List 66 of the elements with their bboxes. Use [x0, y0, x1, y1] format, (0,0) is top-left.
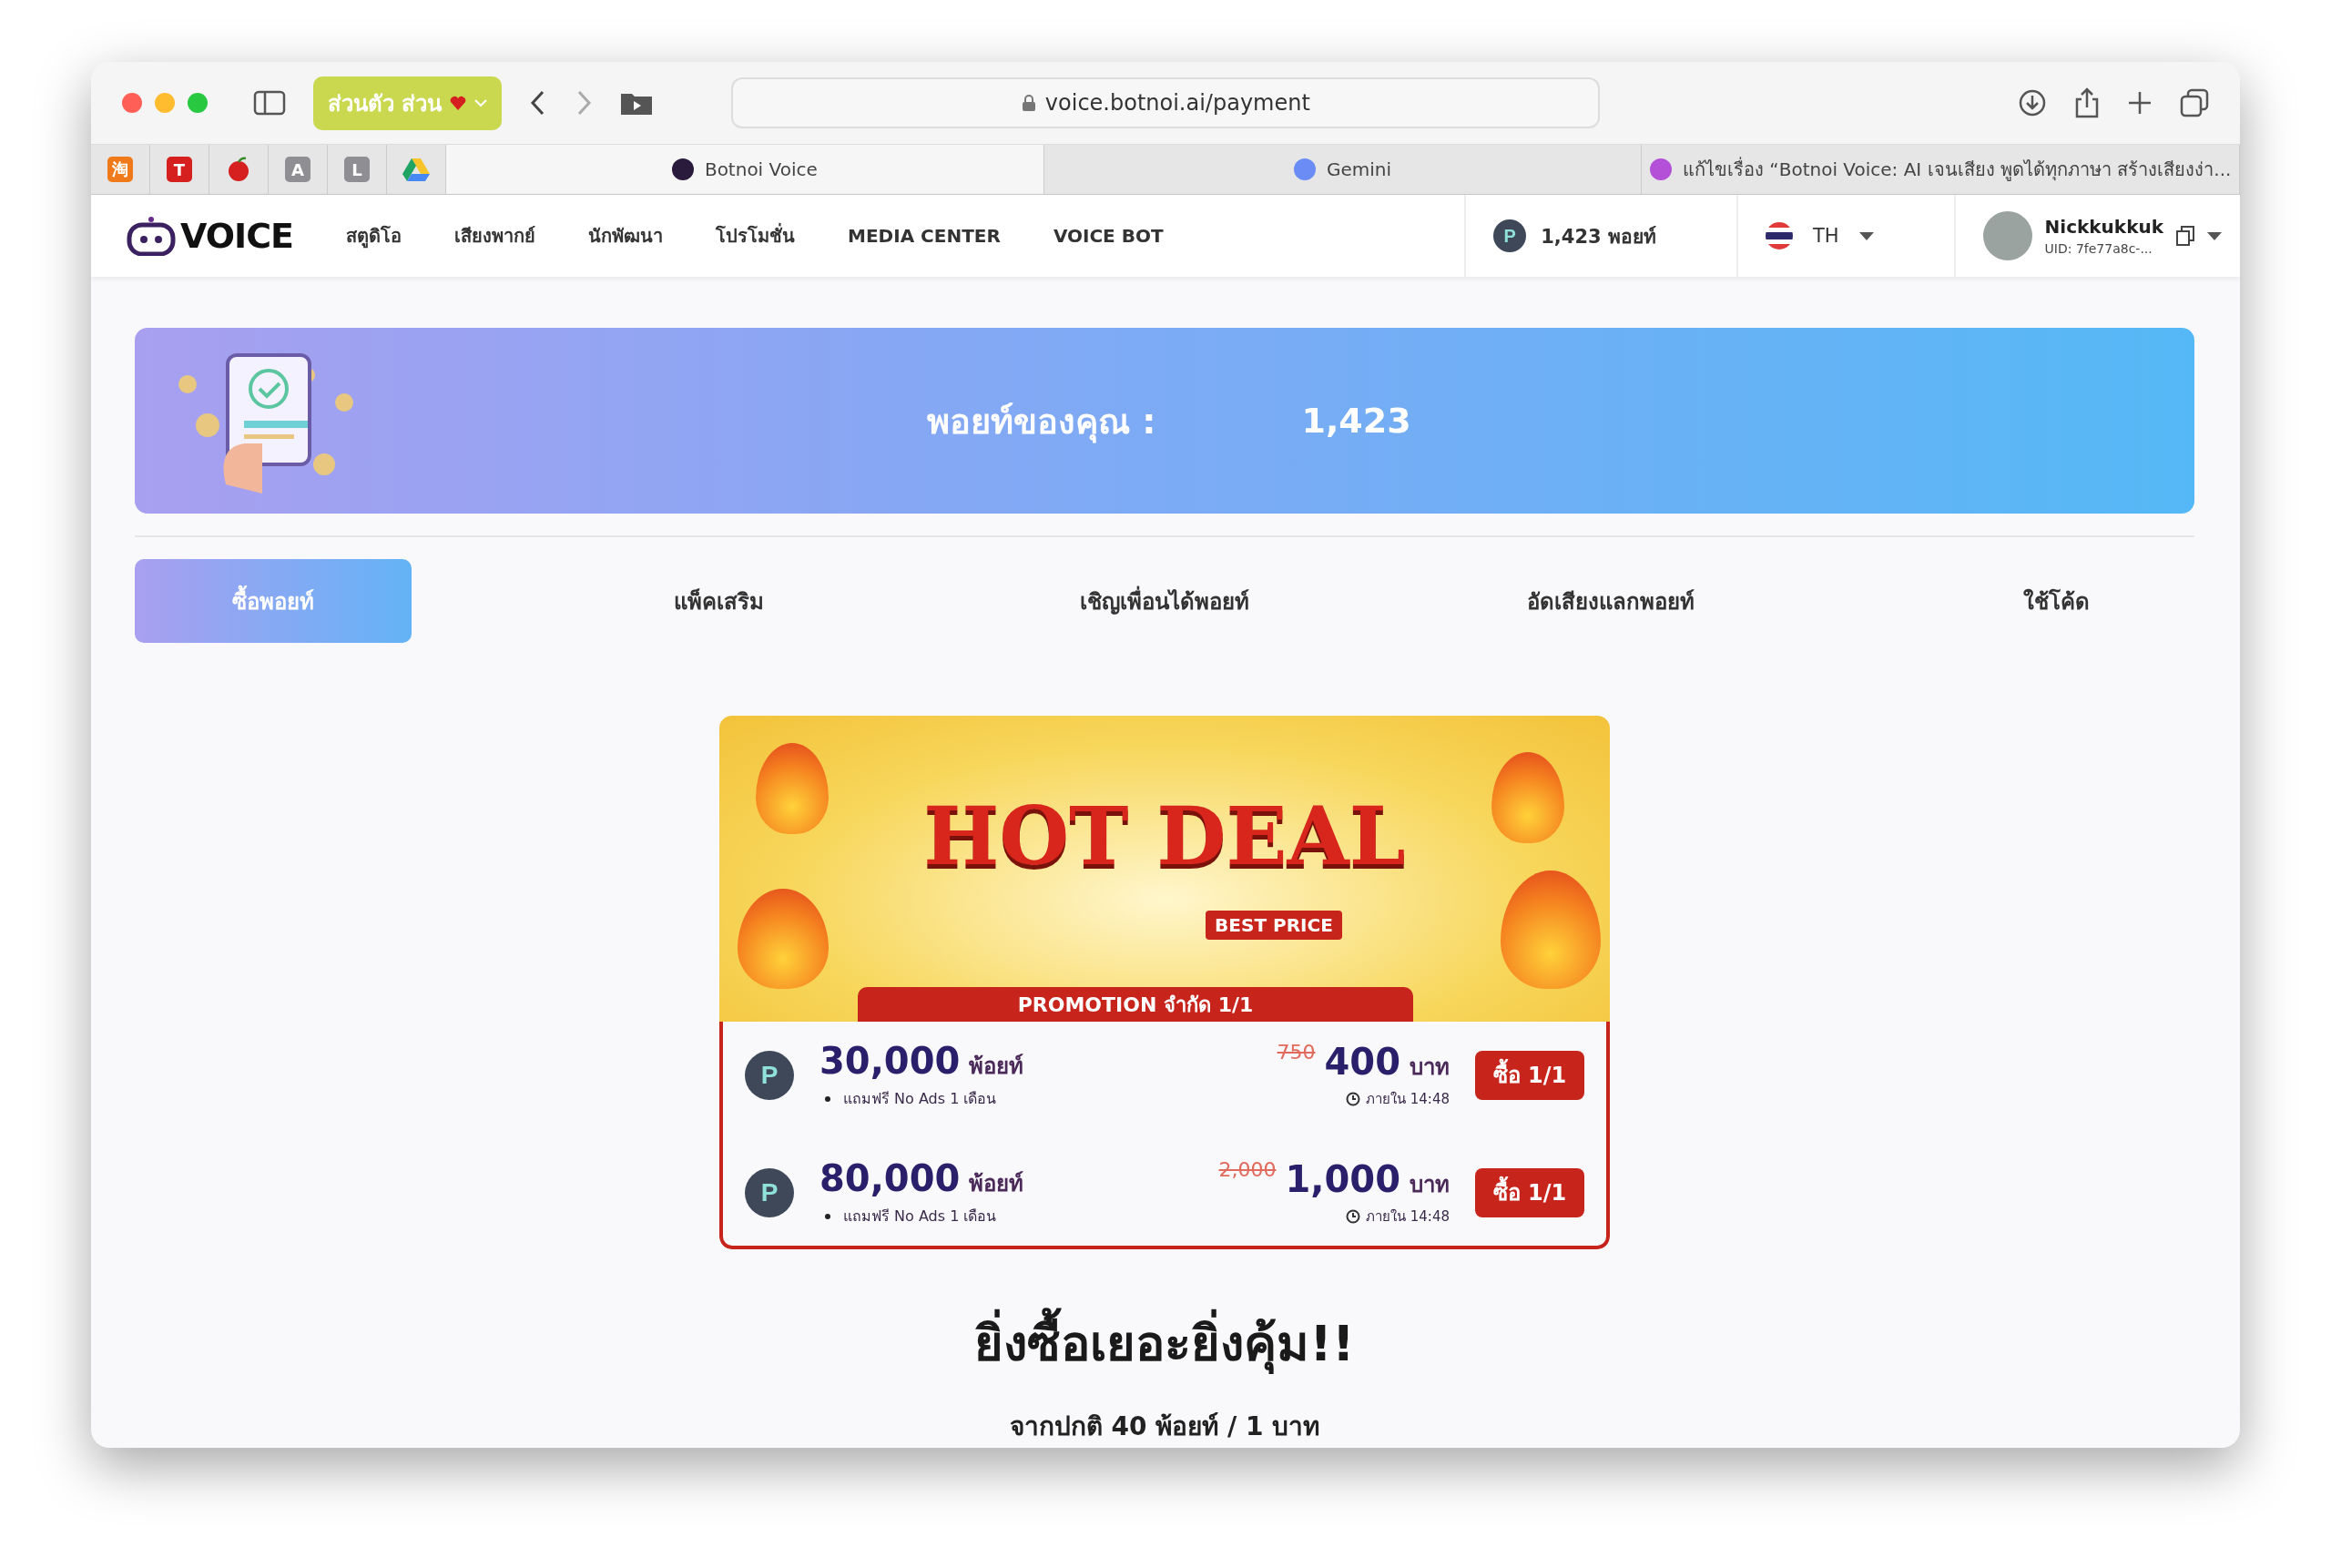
caret-icon[interactable] [2207, 231, 2222, 240]
plus-icon[interactable] [2127, 90, 2153, 116]
points-amount: 80,000 [819, 1157, 961, 1199]
old-price: 2,000 [1218, 1157, 1277, 1181]
best-price-badge: BEST PRICE [1206, 911, 1342, 940]
nav-link[interactable]: MEDIA CENTER [848, 225, 1001, 247]
points-label: พอยท์ของคุณ : [927, 400, 1156, 445]
points-unit: พ้อยท์ [969, 1170, 1024, 1198]
bonus-text: แถมฟรี No Ads 1 เดือน [843, 1089, 997, 1109]
share-icon[interactable] [2074, 87, 2100, 118]
buy-button[interactable]: ซื้อ 1/1 [1475, 1167, 1584, 1217]
points-unit: พ้อยท์ [969, 1053, 1024, 1081]
points-amount: 30,000 [819, 1040, 961, 1082]
section-subheading: จากปกติ 40 พ้อยท์ / 1 บาท [1009, 1410, 1320, 1443]
tab-favicon-icon [671, 158, 694, 180]
language-selector[interactable]: TH [1807, 224, 1845, 248]
price: 400 [1324, 1040, 1400, 1083]
points-coin-icon: P [745, 1167, 794, 1217]
tab[interactable]: ใช้โค้ด [1918, 559, 2194, 643]
nav-link[interactable]: สตูดิโอ [346, 221, 402, 250]
chevron-icon [474, 98, 488, 107]
tabs-overview-icon[interactable] [2180, 88, 2209, 117]
tab[interactable]: เชิญเพื่อนได้พอยท์ [1026, 559, 1303, 643]
avatar [1982, 211, 2032, 260]
points-coin-icon: P [1493, 219, 1527, 252]
hot-deal-title: HOT DEAL [923, 789, 1406, 883]
apple-icon[interactable] [226, 157, 251, 182]
countdown-timer: ภายใน 14:48 [1366, 1207, 1450, 1227]
nav-link[interactable]: เสียงพากย์ [454, 221, 536, 250]
heart-icon [449, 94, 468, 112]
voice-logo[interactable]: VOICE [124, 216, 294, 256]
caret-icon[interactable] [1858, 231, 1874, 240]
countdown-timer: ภายใน 14:48 [1366, 1089, 1450, 1109]
browser-tab[interactable]: แก้ไขเรื่อง “Botnoi Voice: AI เจนเสียง พูดได้ทุกภาษา สร้างเสียงง่า... [1642, 145, 2240, 194]
tab-favicon-icon [1650, 158, 1672, 180]
nav-link[interactable]: VOICE BOT [1053, 225, 1164, 247]
tab[interactable]: อัดเสียงแลกพอยท์ [1471, 559, 1749, 643]
tab-favicon-icon [1293, 158, 1316, 180]
close-icon[interactable] [122, 93, 142, 113]
promotion-ribbon: PROMOTION จำกัด 1/1 [858, 987, 1413, 1022]
user-id: UID: 7fe77a8c-... [2044, 241, 2153, 256]
points-coin-icon: P [745, 1050, 794, 1100]
old-price: 750 [1277, 1040, 1316, 1064]
currency: บาท [1410, 1053, 1450, 1082]
clock-icon [1346, 1091, 1360, 1106]
triangle-icon[interactable] [402, 158, 430, 181]
price: 1,000 [1285, 1157, 1400, 1200]
bookmark-icon[interactable]: T [167, 157, 192, 182]
buy-button[interactable]: ซื้อ 1/1 [1475, 1050, 1584, 1100]
nav-link[interactable]: นักพัฒนา [588, 221, 664, 250]
download-icon[interactable] [2018, 88, 2047, 117]
lock-icon [1021, 94, 1036, 112]
user-name: Nickkukkuk [2044, 216, 2163, 238]
points-balance: 1,423 พอยท์ [1541, 224, 1656, 249]
address-bar[interactable]: voice.botnoi.ai/payment [731, 77, 1601, 128]
tab[interactable]: แพ็คเสริม [580, 559, 858, 643]
clock-icon [1346, 1208, 1360, 1224]
bonus-text: แถมฟรี No Ads 1 เดือน [843, 1207, 997, 1227]
points-value: 1,423 [1301, 401, 1411, 441]
sidebar-icon[interactable] [253, 90, 286, 116]
section-heading: ยิ่งซื้อเยอะยิ่งคุ้ม!! [974, 1304, 1355, 1382]
browser-tab[interactable]: Botnoi Voice [446, 145, 1044, 194]
currency: บาท [1410, 1170, 1450, 1199]
nav-link[interactable]: โปรโมชั่น [716, 221, 796, 250]
browser-tab[interactable]: Gemini [1043, 145, 1643, 194]
copy-icon[interactable] [2176, 226, 2194, 246]
